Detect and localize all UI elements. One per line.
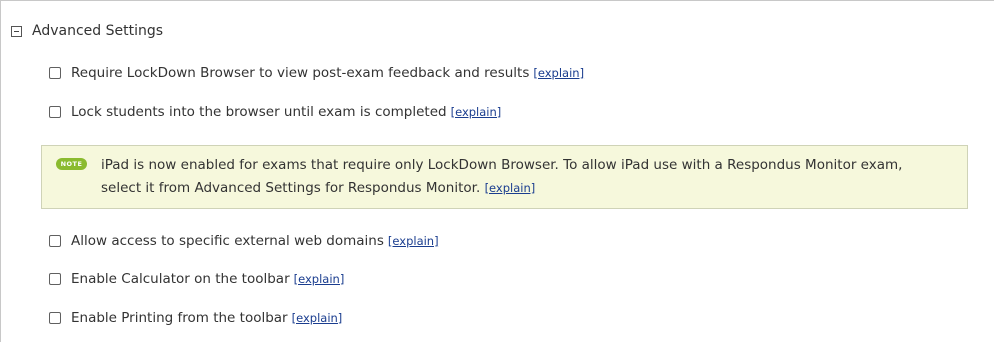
explain-link[interactable]: [explain] [451, 105, 502, 119]
lock-students-checkbox[interactable] [49, 106, 61, 118]
option-external-domains: Allow access to specific external web do… [49, 231, 439, 251]
require-lockdown-feedback-checkbox[interactable] [49, 67, 61, 79]
option-label: Lock students into the browser until exa… [71, 104, 447, 120]
option-label: Enable Calculator on the toolbar [71, 271, 290, 287]
option-label: Require LockDown Browser to view post-ex… [71, 65, 530, 81]
option-enable-calculator: Enable Calculator on the toolbar [explai… [49, 269, 344, 289]
external-domains-checkbox[interactable] [49, 235, 61, 247]
collapse-icon[interactable] [11, 25, 22, 37]
explain-link[interactable]: [explain] [533, 66, 584, 80]
explain-link[interactable]: [explain] [485, 181, 536, 195]
ipad-note-box: NOTE iPad is now enabled for exams that … [41, 145, 968, 209]
advanced-settings-panel: Advanced Settings Require LockDown Brows… [0, 0, 994, 342]
enable-calculator-checkbox[interactable] [49, 273, 61, 285]
option-lock-students: Lock students into the browser until exa… [49, 102, 501, 122]
option-label: Enable Printing from the toolbar [71, 310, 288, 326]
note-text: iPad is now enabled for exams that requi… [101, 154, 941, 200]
option-label: Allow access to specific external web do… [71, 233, 384, 249]
option-enable-printing: Enable Printing from the toolbar [explai… [49, 308, 342, 328]
explain-link[interactable]: [explain] [294, 272, 345, 286]
explain-link[interactable]: [explain] [388, 234, 439, 248]
section-title: Advanced Settings [32, 23, 164, 39]
explain-link[interactable]: [explain] [292, 311, 343, 325]
advanced-settings-header[interactable]: Advanced Settings [11, 22, 163, 40]
option-require-lockdown-feedback: Require LockDown Browser to view post-ex… [49, 63, 584, 83]
enable-printing-checkbox[interactable] [49, 312, 61, 324]
note-badge: NOTE [56, 158, 87, 170]
